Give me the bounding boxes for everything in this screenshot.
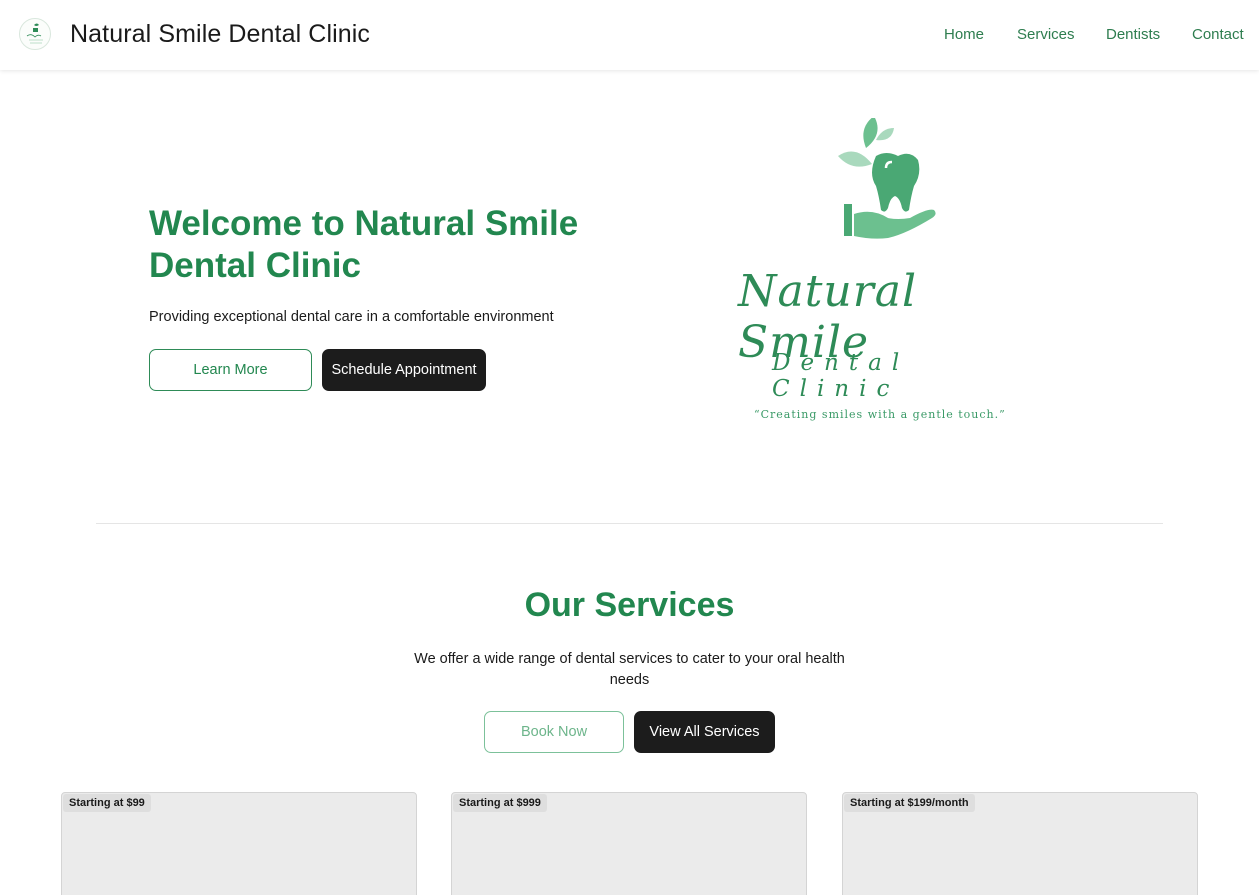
price-badge: Starting at $199/month <box>844 794 975 812</box>
services-subtitle: We offer a wide range of dental services… <box>414 651 845 688</box>
section-divider <box>96 523 1163 524</box>
nav-home[interactable]: Home <box>944 26 984 43</box>
nav-dentists[interactable]: Dentists <box>1106 26 1160 43</box>
hero-title: Welcome to Natural Smile Dental Clinic <box>149 204 579 285</box>
hero-logo: Natural Smile Dental Clinic “Creating sm… <box>720 118 1050 438</box>
tooth-hand-icon <box>838 118 936 239</box>
price-badge: Starting at $999 <box>453 794 547 812</box>
price-badge: Starting at $99 <box>63 794 151 812</box>
logo-tagline: “Creating smiles with a gentle touch.” <box>754 408 1006 421</box>
nav-services[interactable]: Services <box>1017 26 1075 43</box>
site-title[interactable]: Natural Smile Dental Clinic <box>70 20 370 49</box>
logo-dental-clinic-text: Dental Clinic <box>772 350 910 402</box>
hero-subtitle: Providing exceptional dental care in a c… <box>149 309 554 325</box>
schedule-appointment-button[interactable]: Schedule Appointment <box>322 349 486 391</box>
clinic-logo-icon[interactable] <box>19 18 51 50</box>
services-title: Our Services <box>524 586 735 624</box>
service-card[interactable]: Starting at $99 <box>61 792 417 895</box>
view-all-services-button[interactable]: View All Services <box>634 711 775 753</box>
learn-more-button[interactable]: Learn More <box>149 349 312 391</box>
book-now-button[interactable]: Book Now <box>484 711 624 753</box>
service-card[interactable]: Starting at $999 <box>451 792 807 895</box>
site-header: Natural Smile Dental Clinic Home Service… <box>0 0 1259 70</box>
nav-contact[interactable]: Contact <box>1192 26 1244 43</box>
service-card[interactable]: Starting at $199/month <box>842 792 1198 895</box>
